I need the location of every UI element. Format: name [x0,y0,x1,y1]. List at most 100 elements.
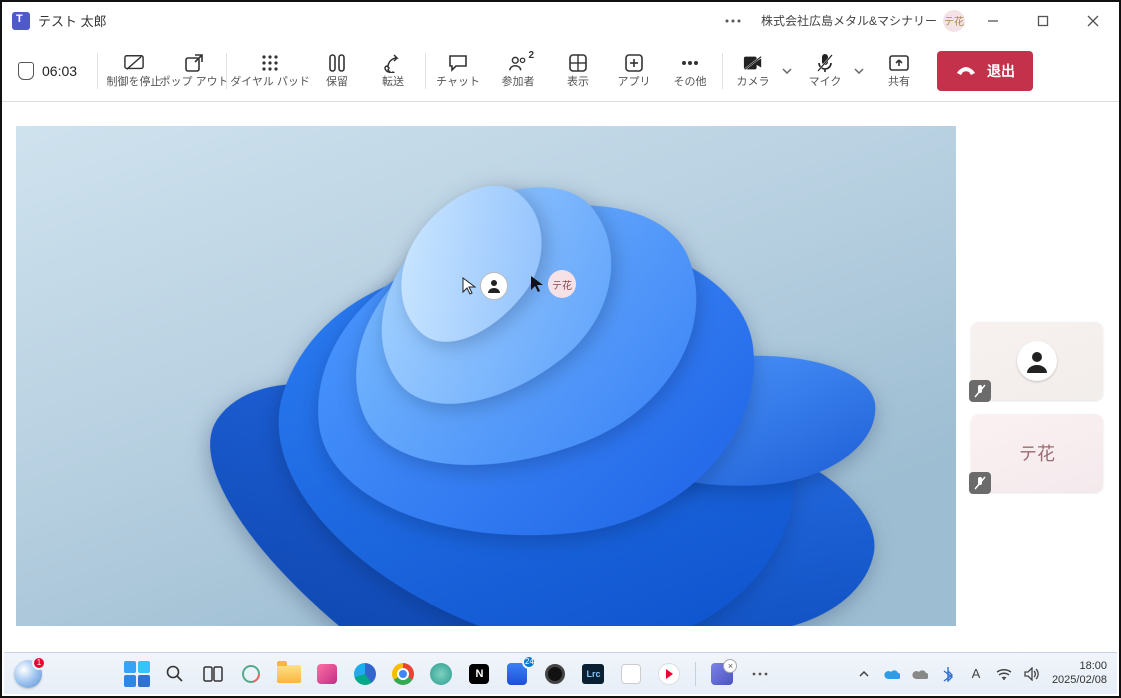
window-minimize-button[interactable] [971,6,1015,36]
leave-call-button[interactable]: 退出 [937,51,1033,91]
camera-options-chevron[interactable] [777,68,797,74]
maximize-icon [1037,15,1049,27]
ellipsis-icon [680,53,700,73]
tray-onedrive[interactable] [884,666,900,682]
pink-app-icon [317,664,337,684]
hold-button[interactable]: 保留 [309,43,365,99]
taskbar-lightroom[interactable]: Lrc [579,660,607,688]
leave-label: 退出 [987,61,1015,81]
plus-square-icon [624,53,644,73]
participant-tiles: テ花 [968,312,1111,492]
share-button[interactable]: 共有 [871,43,927,99]
hangup-icon [955,65,977,77]
call-timer: 06:03 [42,63,77,79]
taskbar-clock[interactable]: 18:00 2025/02/08 [1052,660,1107,686]
edge-icon [354,663,376,685]
window-close-button[interactable] [1071,6,1115,36]
call-toolbar: 06:03 制御を停止 ポップ アウト ダイヤル パッド 保留 [2,40,1119,102]
tray-volume[interactable] [1024,666,1040,682]
stop-control-icon [124,53,144,73]
taskbar-widgets-button[interactable]: 1 [14,660,42,688]
window-titlebar: テスト 太郎 株式会社広島メタル&マシナリー テ花 [2,2,1119,40]
ellipsis-icon [725,19,741,23]
remote-cursor-2-avatar: テ花 [548,270,576,298]
teams-icon [711,663,733,685]
teams-app-icon [12,12,30,30]
taskbar-overflow[interactable] [746,660,774,688]
taskbar-generic-app-1[interactable] [313,660,341,688]
camera-toggle[interactable]: カメラ [727,43,799,99]
task-view-button[interactable] [199,660,227,688]
bluetooth-icon [943,666,953,682]
present-button[interactable]: 表示 [550,43,606,99]
taskbar-generic-app-3[interactable] [617,660,645,688]
mic-options-chevron[interactable] [849,68,869,74]
cursor-icon [530,275,544,293]
apps-button[interactable]: アプリ [606,43,662,99]
separator [97,53,98,89]
clock-date: 2025/02/08 [1052,674,1107,687]
grid-icon [568,53,588,73]
taskbar-app-blue[interactable]: 24 [503,660,531,688]
tray-bluetooth[interactable] [940,666,956,682]
participants-count-badge: 2 [528,50,534,61]
more-button[interactable]: その他 [662,43,718,99]
participants-button[interactable]: 2 参加者 [486,43,550,99]
taskbar-explorer[interactable] [275,660,303,688]
participant-tile-1[interactable] [971,322,1103,400]
ime-mode-label: A [972,666,981,681]
windows-logo-icon [124,661,150,687]
cloud-icon [912,668,928,680]
remote-cursor-1 [462,272,508,300]
taskbar-chrome[interactable] [389,660,417,688]
tray-wifi[interactable] [996,666,1012,682]
tray-onedrive-2[interactable] [912,666,928,682]
copilot-button[interactable] [237,660,265,688]
chat-button[interactable]: チャット [430,43,486,99]
participant-2-avatar: テ花 [1017,433,1057,473]
taskbar-generic-app-2[interactable] [427,660,455,688]
obs-icon [545,664,565,684]
transfer-icon [383,53,403,73]
call-content-area: テ花 テ花 [2,102,1119,652]
call-participant-name: テスト 太郎 [38,11,703,30]
stage-wrapper: テ花 [2,102,1119,652]
ellipsis-icon [752,672,768,676]
cursor-icon [462,277,476,295]
shared-screen-stage[interactable]: テ花 [16,126,956,626]
taskbar-search[interactable] [161,660,189,688]
org-avatar[interactable]: テ花 [943,10,965,32]
taskbar-teams-running[interactable] [708,660,736,688]
taskbar-notion[interactable]: N [465,660,493,688]
stop-control-button[interactable]: 制御を停止 [102,43,166,99]
participant-1-muted-badge [969,380,991,402]
mic-off-icon [815,53,835,73]
chart-app-icon [621,664,641,684]
shield-icon[interactable] [18,62,34,80]
window-maximize-button[interactable] [1021,6,1065,36]
more-title-menu[interactable] [711,6,755,36]
remote-cursor-1-avatar [480,272,508,300]
play-circle-icon [658,663,680,685]
transfer-button[interactable]: 転送 [365,43,421,99]
chrome-icon [392,663,414,685]
cloud-icon [884,668,900,680]
separator [722,53,723,89]
tray-chevron[interactable] [856,666,872,682]
participant-tile-2[interactable]: テ花 [971,414,1103,492]
start-button[interactable] [123,660,151,688]
dialpad-button[interactable]: ダイヤル パッド [231,43,309,99]
folder-icon [277,665,301,683]
weather-icon: 1 [14,660,42,688]
tray-ime[interactable]: A [968,666,984,682]
popout-icon [184,53,204,73]
popout-button[interactable]: ポップ アウト [166,43,222,99]
taskbar-separator [695,662,696,686]
participant-2-muted-badge [969,472,991,494]
taskbar-youtube-music[interactable] [655,660,683,688]
taskbar-obs[interactable] [541,660,569,688]
org-name-label: 株式会社広島メタル&マシナリー [761,12,937,29]
mic-toggle[interactable]: マイク [799,43,871,99]
wifi-icon [996,668,1012,680]
taskbar-edge[interactable] [351,660,379,688]
